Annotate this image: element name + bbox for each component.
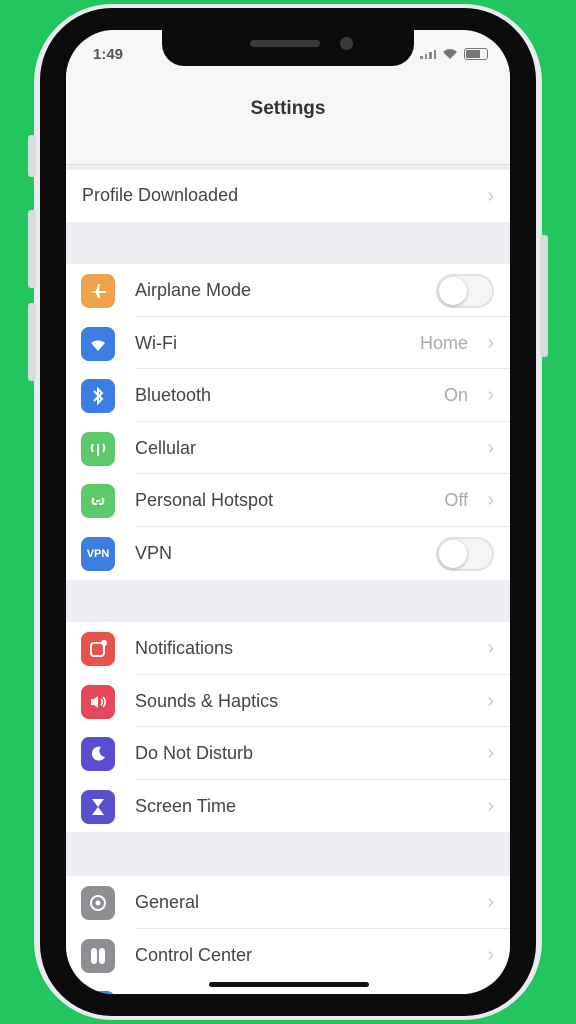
- general-label: General: [135, 892, 200, 912]
- chevron-right-icon: ›: [487, 943, 494, 966]
- system-group: General › Control Center ›: [66, 876, 510, 994]
- bluetooth-value: On: [443, 385, 468, 406]
- notifications-label: Notifications: [135, 638, 234, 658]
- wifi-icon: [81, 326, 115, 361]
- alerts-group: Notifications › Sounds & Haptics › Do No…: [66, 622, 510, 833]
- cellular-signal-icon: [420, 49, 436, 59]
- mute-switch: [28, 135, 36, 177]
- battery-icon: [464, 48, 488, 60]
- chevron-right-icon: ›: [487, 436, 494, 459]
- chevron-right-icon: ›: [487, 689, 494, 712]
- settings-row-do-not-disturb[interactable]: Do Not Disturb ›: [66, 727, 510, 780]
- control-center-icon: [81, 938, 115, 973]
- toggle-knob: [439, 277, 467, 305]
- chevron-right-icon: ›: [487, 742, 494, 765]
- notifications-icon: [81, 632, 115, 666]
- bluetooth-label: Bluetooth: [135, 385, 212, 406]
- personal-hotspot-label: Personal Hotspot: [135, 490, 274, 511]
- status-icons: [420, 48, 488, 60]
- vpn-label: VPN: [135, 542, 173, 563]
- profile-group: Profile Downloaded ›: [66, 170, 510, 222]
- settings-row-general[interactable]: General ›: [66, 876, 510, 929]
- volume-up-button: [28, 210, 36, 288]
- settings-row-control-center[interactable]: Control Center ›: [66, 929, 510, 982]
- cellular-label: Cellular: [135, 437, 197, 458]
- display-icon: [81, 991, 115, 994]
- chevron-right-icon: ›: [487, 384, 494, 407]
- chevron-right-icon: ›: [487, 331, 494, 354]
- wifi-label: Wi-Fi: [135, 332, 177, 353]
- home-indicator[interactable]: [209, 982, 369, 987]
- chevron-right-icon: ›: [487, 185, 494, 207]
- settings-row-wifi[interactable]: Wi-Fi Home ›: [66, 317, 510, 370]
- settings-row-cellular[interactable]: Cellular ›: [66, 422, 510, 475]
- wifi-status-icon: [443, 49, 457, 59]
- personal-hotspot-value: Off: [444, 490, 468, 511]
- sounds-icon: [81, 684, 115, 719]
- front-camera: [340, 37, 353, 50]
- airplane-mode-toggle[interactable]: [436, 274, 494, 308]
- page-title: Settings: [250, 98, 326, 119]
- speaker-grille: [250, 40, 320, 47]
- control-center-label: Control Center: [135, 944, 253, 965]
- settings-row-personal-hotspot[interactable]: Personal Hotspot Off ›: [66, 474, 510, 527]
- settings-row-airplane-mode[interactable]: Airplane Mode: [66, 264, 510, 317]
- side-button: [540, 235, 548, 357]
- hourglass-icon: [81, 789, 115, 824]
- settings-row-notifications[interactable]: Notifications ›: [66, 622, 510, 675]
- bluetooth-icon: [81, 379, 115, 414]
- hotspot-icon: [81, 484, 115, 519]
- settings-row-vpn[interactable]: VPN VPN: [66, 527, 510, 580]
- screen: 1:49 Settings Profile Downloaded › Airpl…: [66, 30, 510, 994]
- gear-icon: [81, 886, 115, 920]
- vpn-toggle[interactable]: [436, 536, 494, 571]
- toggle-knob: [439, 539, 467, 568]
- screen-time-label: Screen Time: [135, 795, 237, 816]
- airplane-mode-label: Airplane Mode: [135, 280, 252, 300]
- vpn-icon: VPN: [81, 536, 115, 571]
- volume-down-button: [28, 303, 36, 381]
- do-not-disturb-label: Do Not Disturb: [135, 743, 254, 764]
- airplane-icon: [81, 274, 115, 308]
- settings-row-bluetooth[interactable]: Bluetooth On ›: [66, 369, 510, 422]
- chevron-right-icon: ›: [487, 794, 494, 817]
- profile-downloaded-row[interactable]: Profile Downloaded ›: [66, 170, 510, 222]
- chevron-right-icon: ›: [487, 489, 494, 512]
- wifi-value: Home: [419, 332, 468, 353]
- profile-downloaded-label: Profile Downloaded: [82, 185, 239, 205]
- notch: [162, 30, 414, 66]
- chevron-right-icon: ›: [487, 891, 494, 913]
- chevron-right-icon: ›: [487, 637, 494, 659]
- settings-row-screen-time[interactable]: Screen Time ›: [66, 780, 510, 833]
- sounds-haptics-label: Sounds & Haptics: [135, 690, 279, 711]
- status-time: 1:49: [93, 46, 124, 63]
- connectivity-group: Airplane Mode Wi-Fi Home › Bluetooth On …: [66, 264, 510, 580]
- moon-icon: [81, 737, 115, 772]
- nav-header: Settings: [66, 80, 510, 165]
- settings-row-sounds-haptics[interactable]: Sounds & Haptics ›: [66, 675, 510, 728]
- cellular-icon: [81, 431, 115, 466]
